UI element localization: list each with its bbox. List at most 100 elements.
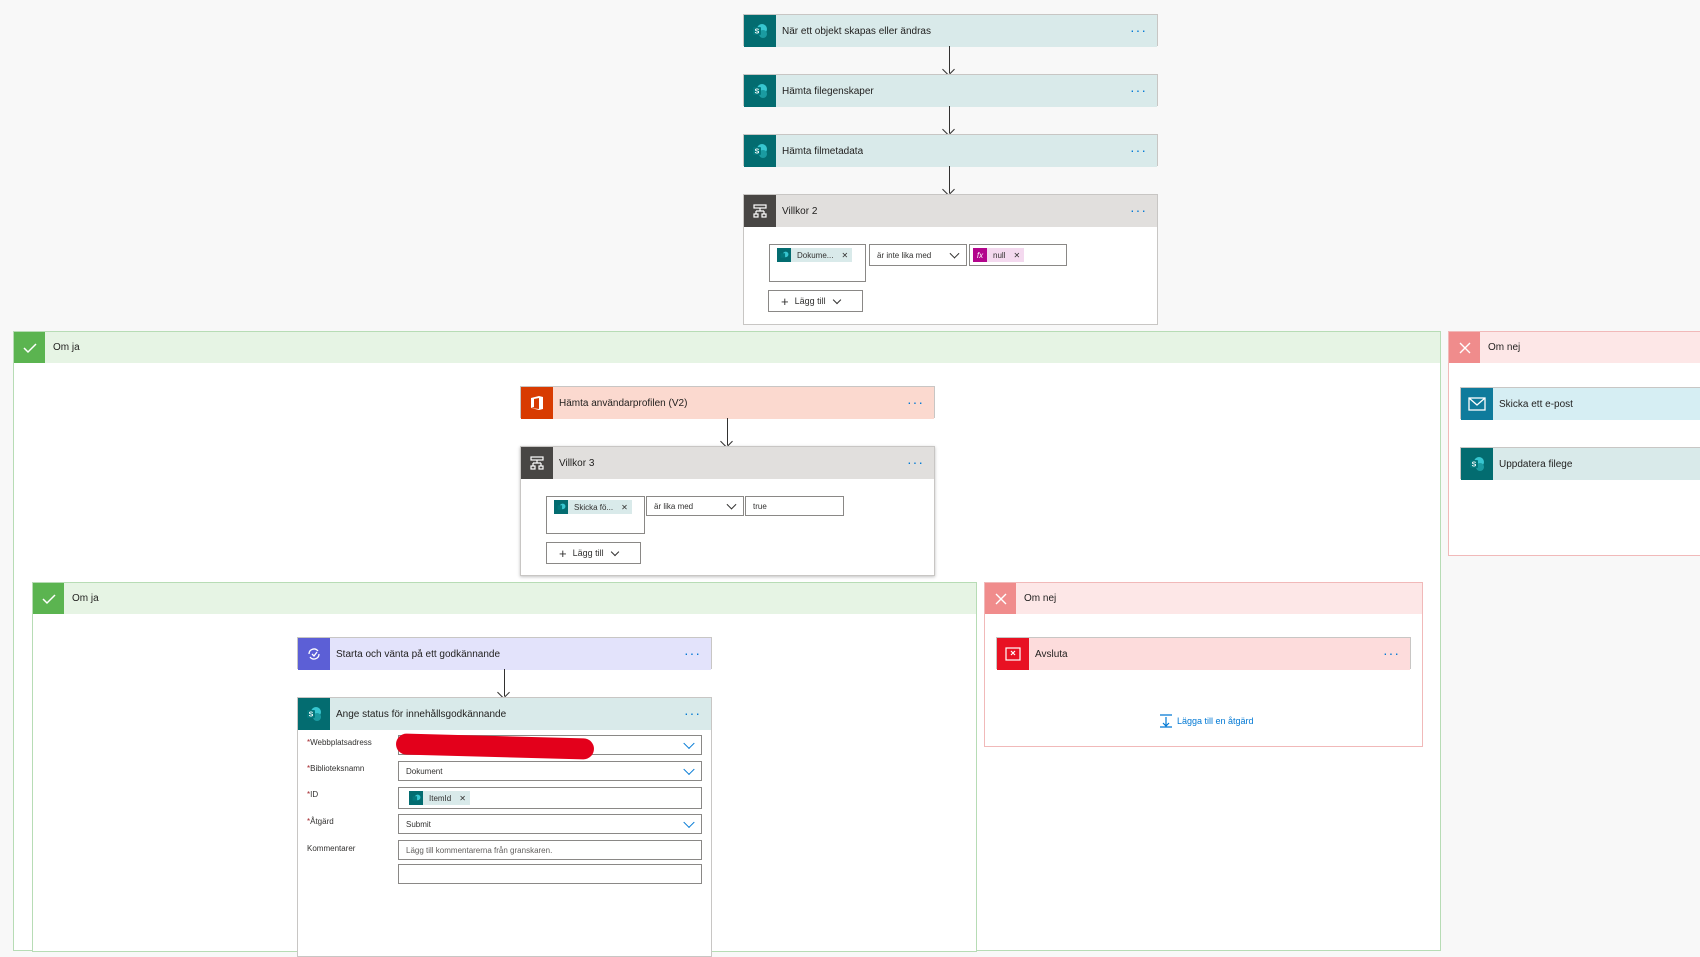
- more-options-icon[interactable]: ···: [684, 646, 701, 660]
- chevron-down-icon: [726, 499, 737, 510]
- send-email-title: Skicka ett e-post: [1499, 398, 1573, 410]
- chevron-down-icon: [949, 248, 960, 259]
- field-label: ID: [310, 790, 319, 799]
- remove-token-icon[interactable]: ✕: [1013, 251, 1020, 260]
- more-options-icon[interactable]: ···: [1130, 143, 1147, 157]
- sharepoint-icon: S: [298, 698, 330, 730]
- add-action-link[interactable]: Lägga till en åtgärd: [1159, 714, 1254, 728]
- condition3-card[interactable]: Villkor 3 ··· Skicka fö... ✕ är lika med…: [520, 446, 935, 576]
- branch-label: Om nej: [1024, 593, 1057, 604]
- sharepoint-icon: S: [1461, 448, 1493, 480]
- branch-label: Om nej: [1488, 342, 1521, 353]
- token-label: Skicka fö...: [574, 502, 614, 512]
- library-name-select[interactable]: Dokument: [398, 761, 702, 781]
- sharepoint-icon: S: [744, 75, 776, 107]
- comments-input[interactable]: Lägg till kommentarerna från granskaren.: [398, 840, 702, 860]
- operator-value: är inte lika med: [877, 250, 932, 260]
- condition2-card[interactable]: Villkor 2 ··· Dokume... ✕ är inte lika m…: [743, 194, 1158, 325]
- add-row-button[interactable]: + Lägg till: [768, 290, 863, 312]
- svg-text:S: S: [755, 29, 760, 36]
- update-properties-card[interactable]: S Uppdatera filege: [1460, 447, 1700, 480]
- sharepoint-icon: S: [744, 135, 776, 167]
- remove-token-icon[interactable]: ✕: [621, 503, 628, 512]
- condition2-right-operand[interactable]: fx null ✕: [969, 244, 1067, 266]
- site-address-label: *Webbplatsadress: [307, 738, 372, 747]
- close-icon: [985, 583, 1016, 614]
- more-options-icon[interactable]: ···: [907, 455, 924, 469]
- flow-arrow: [727, 418, 728, 445]
- field-label: Webbplatsadress: [310, 738, 372, 747]
- condition-icon: [744, 195, 776, 227]
- remove-token-icon[interactable]: ✕: [459, 794, 466, 803]
- redaction-mark: [395, 733, 595, 760]
- condition2-operator-select[interactable]: är inte lika med: [869, 244, 967, 266]
- chevron-down-icon: [832, 295, 841, 304]
- field-label: Åtgärd: [310, 817, 334, 826]
- field-label: Kommentarer: [307, 844, 356, 853]
- chevron-down-icon: [610, 547, 619, 556]
- add-action-icon: [1160, 714, 1172, 728]
- id-label: *ID: [307, 790, 318, 799]
- set-status-card[interactable]: S Ange status för innehållsgodkännande ·…: [297, 697, 712, 957]
- mail-icon: [1461, 388, 1493, 420]
- field-label: Biblioteksnamn: [310, 764, 365, 773]
- get-metadata-card[interactable]: S Hämta filmetadata ···: [743, 134, 1158, 167]
- function-icon: fx: [973, 248, 987, 262]
- condition2-title: Villkor 2: [782, 205, 818, 217]
- condition3-left-operand[interactable]: Skicka fö... ✕: [546, 496, 645, 534]
- terminate-card[interactable]: Avsluta ···: [996, 637, 1411, 670]
- library-value: Dokument: [406, 766, 443, 776]
- flow-arrow: [949, 106, 950, 133]
- dynamic-content-token[interactable]: Dokume... ✕: [777, 248, 853, 262]
- get-profile-card[interactable]: Hämta användarprofilen (V2) ···: [520, 386, 935, 419]
- add-label: Lägg till: [794, 296, 826, 306]
- check-icon: [33, 583, 64, 614]
- more-options-icon[interactable]: ···: [1130, 83, 1147, 97]
- extra-input[interactable]: [398, 864, 702, 884]
- get-profile-title: Hämta användarprofilen (V2): [559, 397, 688, 409]
- remove-token-icon[interactable]: ✕: [841, 251, 848, 260]
- update-properties-title: Uppdatera filege: [1499, 458, 1573, 470]
- svg-text:S: S: [755, 89, 760, 96]
- svg-text:S: S: [755, 149, 760, 156]
- action-select[interactable]: Submit: [398, 814, 702, 834]
- more-options-icon[interactable]: ···: [1130, 23, 1147, 37]
- sharepoint-icon: [409, 791, 423, 805]
- get-properties-title: Hämta filegenskaper: [782, 85, 874, 97]
- chevron-down-icon: [683, 763, 695, 776]
- sharepoint-icon: [777, 248, 791, 262]
- trigger-card[interactable]: S När ett objekt skapas eller ändras ···: [743, 14, 1158, 47]
- more-options-icon[interactable]: ···: [1130, 203, 1147, 217]
- condition2-left-operand[interactable]: Dokume... ✕: [769, 244, 866, 282]
- approval-card[interactable]: Starta och vänta på ett godkännande ···: [297, 637, 712, 670]
- get-properties-card[interactable]: S Hämta filegenskaper ···: [743, 74, 1158, 107]
- more-options-icon[interactable]: ···: [1383, 646, 1400, 660]
- plus-icon: +: [559, 545, 567, 561]
- outer-no-branch: Om nej Skicka ett e-post S Uppdatera fil…: [1448, 331, 1700, 556]
- flow-arrow: [949, 166, 950, 193]
- id-input[interactable]: ItemId ✕: [398, 787, 702, 809]
- dynamic-content-token[interactable]: ItemId ✕: [409, 791, 470, 805]
- more-options-icon[interactable]: ···: [907, 395, 924, 409]
- get-metadata-title: Hämta filmetadata: [782, 145, 864, 157]
- expression-token[interactable]: fx null ✕: [973, 248, 1025, 262]
- more-options-icon[interactable]: ···: [684, 706, 701, 720]
- operator-value: är lika med: [654, 501, 694, 511]
- inner-no-branch: Om nej Avsluta ··· Lägga till en åtgärd: [984, 582, 1423, 747]
- plus-icon: +: [781, 293, 789, 309]
- terminate-title: Avsluta: [1035, 648, 1068, 660]
- svg-text:S: S: [1472, 462, 1477, 469]
- add-row-button[interactable]: + Lägg till: [546, 542, 641, 564]
- set-status-title: Ange status för innehållsgodkännande: [336, 708, 507, 720]
- send-email-card[interactable]: Skicka ett e-post: [1460, 387, 1700, 420]
- condition3-right-operand[interactable]: true: [745, 496, 844, 516]
- operand-value: true: [753, 501, 767, 511]
- condition3-operator-select[interactable]: är lika med: [646, 496, 744, 516]
- flow-arrow: [949, 46, 950, 73]
- office365-icon: [521, 387, 553, 419]
- svg-text:S: S: [309, 712, 314, 719]
- dynamic-content-token[interactable]: Skicka fö... ✕: [554, 500, 632, 514]
- comments-placeholder: Lägg till kommentarerna från granskaren.: [406, 845, 553, 855]
- branch-label: Om ja: [53, 342, 80, 353]
- approval-title: Starta och vänta på ett godkännande: [336, 648, 501, 660]
